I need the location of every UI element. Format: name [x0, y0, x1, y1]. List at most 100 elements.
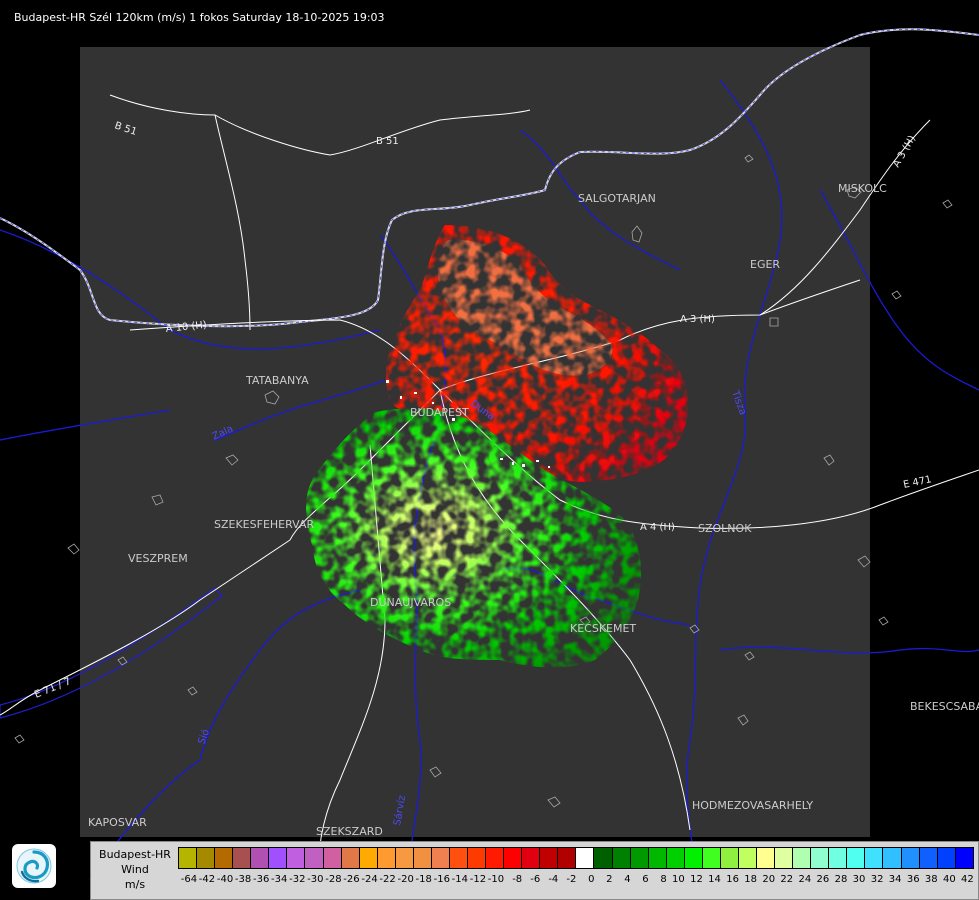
legend-swatch [756, 847, 776, 869]
radar-map: SALGOTARJAN MISKOLC EGER TATABANYA BUDAP… [0, 28, 979, 900]
legend-tick-label: 26 [816, 874, 830, 885]
legend-swatch [611, 847, 631, 869]
road-label: A 4 (H) [640, 522, 675, 533]
place-label: SZOLNOK [698, 522, 752, 535]
legend-swatch [593, 847, 613, 869]
legend-tick-label: -24 [361, 874, 378, 885]
legend-swatch [810, 847, 830, 869]
service-logo [12, 844, 56, 888]
legend-tick-label: 8 [660, 874, 667, 885]
legend-swatch [196, 847, 216, 869]
legend-tick-label: 0 [588, 874, 595, 885]
legend-swatch [322, 847, 342, 869]
legend-swatch [376, 847, 396, 869]
legend-tick-label: -20 [397, 874, 414, 885]
legend-swatch [792, 847, 812, 869]
place-label: SZEKSZARD [316, 825, 383, 838]
place-label: KECSKEMET [570, 622, 636, 635]
place-label: KAPOSVAR [88, 816, 147, 829]
legend-swatches [178, 847, 974, 869]
legend-swatch [719, 847, 739, 869]
legend-tick-label: -18 [415, 874, 432, 885]
legend-swatch [629, 847, 649, 869]
legend-swatch [575, 847, 595, 869]
legend-tick-label: 18 [744, 874, 757, 885]
legend-swatch [286, 847, 306, 869]
place-label: TATABANYA [245, 374, 309, 387]
legend-tick-label: -40 [216, 874, 234, 885]
legend-swatch [864, 847, 884, 869]
legend-tick-label: 2 [606, 874, 613, 885]
legend-tick-label: 6 [642, 874, 649, 885]
legend-tick-label: -2 [566, 874, 577, 885]
legend-tick-label: -26 [343, 874, 360, 885]
legend-swatch [448, 847, 468, 869]
legend-swatch [232, 847, 252, 869]
legend-swatch [774, 847, 794, 869]
legend-swatch [521, 847, 541, 869]
legend-swatch [503, 847, 523, 869]
legend-swatch [918, 847, 938, 869]
legend-tick-label: 22 [780, 874, 794, 885]
legend-swatch [665, 847, 685, 869]
legend-swatch [485, 847, 505, 869]
legend-tick-label: 38 [924, 874, 938, 885]
legend-swatch [882, 847, 902, 869]
legend-tick-label: -28 [325, 874, 342, 885]
legend-ticks: -64 -42 -40 -38 -36 -34 -32 -30 -28 -26 -24 -22 -20-… [179, 874, 974, 890]
legend-tick-label: 20 [762, 874, 776, 885]
legend-swatch [178, 847, 198, 869]
legend-tick-label: 24 [798, 874, 812, 885]
legend-swatch [304, 847, 324, 869]
place-label: DUNAUJVAROS [370, 596, 451, 609]
legend-tick-label: 16 [726, 874, 739, 885]
legend-swatch [936, 847, 956, 869]
legend-tick-label: -22 [379, 874, 396, 885]
place-label: MISKOLC [838, 182, 887, 195]
place-label: SZEKESFEHERVAR [214, 518, 315, 531]
legend-header: Budapest-HR Wind m/s [91, 842, 179, 899]
legend-tick-label: -38 [234, 874, 252, 885]
legend-swatch [683, 847, 703, 869]
legend-swatch [467, 847, 487, 869]
legend-tick-label: 14 [708, 874, 721, 885]
legend-tick-label: 36 [906, 874, 920, 885]
legend-tick-label: 28 [834, 874, 848, 885]
legend-swatch [250, 847, 270, 869]
legend-swatch [900, 847, 920, 869]
legend-tick-label: -12 [469, 874, 487, 885]
legend-swatch [268, 847, 288, 869]
legend-tick-label: -32 [289, 874, 306, 885]
legend-quantity: Wind [121, 863, 149, 877]
legend-tick-label: 12 [690, 874, 703, 885]
legend-swatch [214, 847, 234, 869]
legend-swatch [701, 847, 721, 869]
legend-unit: m/s [124, 877, 146, 891]
color-legend: Budapest-HR Wind m/s -64 -42 -40 -38 -36 -34-… [90, 841, 979, 900]
legend-tick-label: -14 [451, 874, 468, 885]
legend-tick-label: -16 [433, 874, 450, 885]
legend-tick-label: -30 [307, 874, 324, 885]
legend-tick-label: 10 [672, 874, 685, 885]
legend-tick-label: -64 [180, 874, 198, 885]
road-label: A 3 (H) [891, 134, 918, 170]
legend-swatch [828, 847, 848, 869]
legend-tick-label: 42 [961, 874, 974, 885]
road-label: E 71 / 7 [33, 676, 73, 701]
legend-tick-label: -6 [530, 874, 541, 885]
legend-swatch [647, 847, 667, 869]
legend-tick-label: 32 [870, 874, 884, 885]
legend-swatch [539, 847, 559, 869]
legend-tick-label: 4 [624, 874, 631, 885]
place-label: SALGOTARJAN [578, 192, 656, 205]
radar-title: Budapest-HR Szél 120km (m/s) 1 fokos Sat… [14, 11, 385, 24]
road-label: B 51 [376, 136, 399, 147]
legend-tick-label: 40 [942, 874, 956, 885]
legend-swatch [412, 847, 432, 869]
legend-swatch [430, 847, 450, 869]
legend-tick-label: -36 [252, 874, 270, 885]
legend-swatch [557, 847, 577, 869]
legend-swatch [846, 847, 866, 869]
legend-tick-label: -34 [271, 874, 288, 885]
legend-swatch [358, 847, 378, 869]
